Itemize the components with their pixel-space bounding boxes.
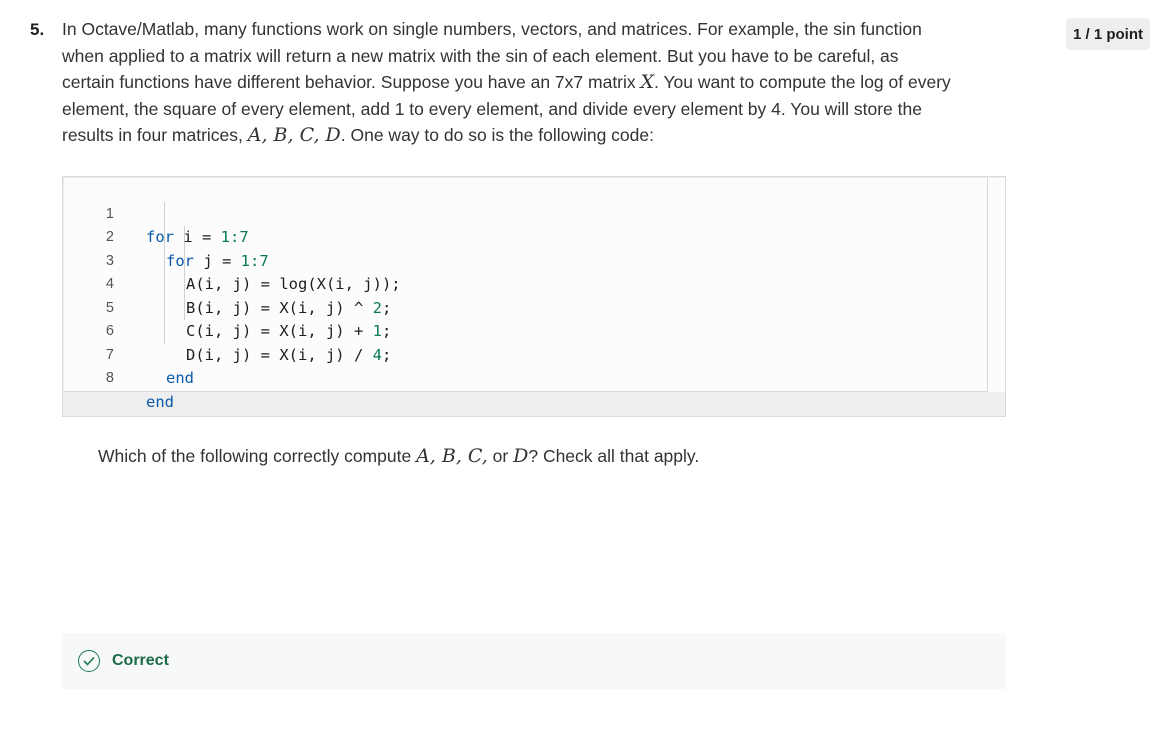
- prompt-line: In Octave/Matlab, many functions work on…: [62, 19, 922, 39]
- question-number: 5.: [30, 20, 45, 39]
- code-line: 5 C(i, j) = X(i, j) + 1;: [64, 273, 391, 341]
- math-abc: A, B, C,: [416, 445, 488, 467]
- code-area[interactable]: 1 for i = 1:7 2 for j = 1:7 3 A(i, j) = …: [64, 178, 988, 411]
- prompt-line: when applied to a matrix will return a n…: [62, 45, 899, 66]
- math-x: X: [640, 71, 655, 93]
- question-prompt: In Octave/Matlab, many functions work on…: [62, 16, 1022, 149]
- code-line: 6 D(i, j) = X(i, j) / 4;: [64, 297, 391, 364]
- code-line: 2 for j = 1:7: [64, 203, 269, 270]
- vertical-scrollbar[interactable]: [987, 178, 1005, 392]
- sub-prompt: Which of the following correctly compute…: [98, 445, 700, 467]
- prompt-line: results in four matrices, A, B, C, D. On…: [62, 124, 654, 146]
- prompt-line: certain functions have different behavio…: [62, 71, 951, 93]
- feedback-banner: Correct: [62, 633, 1006, 689]
- points-badge: 1 / 1 point: [1066, 18, 1150, 50]
- code-line: 3 A(i, j) = log(X(i, j));: [64, 226, 401, 294]
- math-abcd: A, B, C, D: [247, 124, 341, 146]
- code-line: 8 end: [64, 344, 174, 411]
- indent-guide: [164, 202, 165, 344]
- line-number: 8: [105, 370, 114, 386]
- code-editor[interactable]: 1 for i = 1:7 2 for j = 1:7 3 A(i, j) = …: [62, 176, 1006, 417]
- math-d: D: [513, 445, 529, 467]
- feedback-status: Correct: [112, 652, 169, 669]
- code-line: 1 for i = 1:7: [64, 179, 249, 247]
- code-line: 7 end: [64, 320, 194, 388]
- code-line: 4 B(i, j) = X(i, j) ^ 2;: [64, 250, 391, 317]
- prompt-line: element, the square of every element, ad…: [62, 98, 922, 119]
- check-circle-icon: [78, 650, 100, 672]
